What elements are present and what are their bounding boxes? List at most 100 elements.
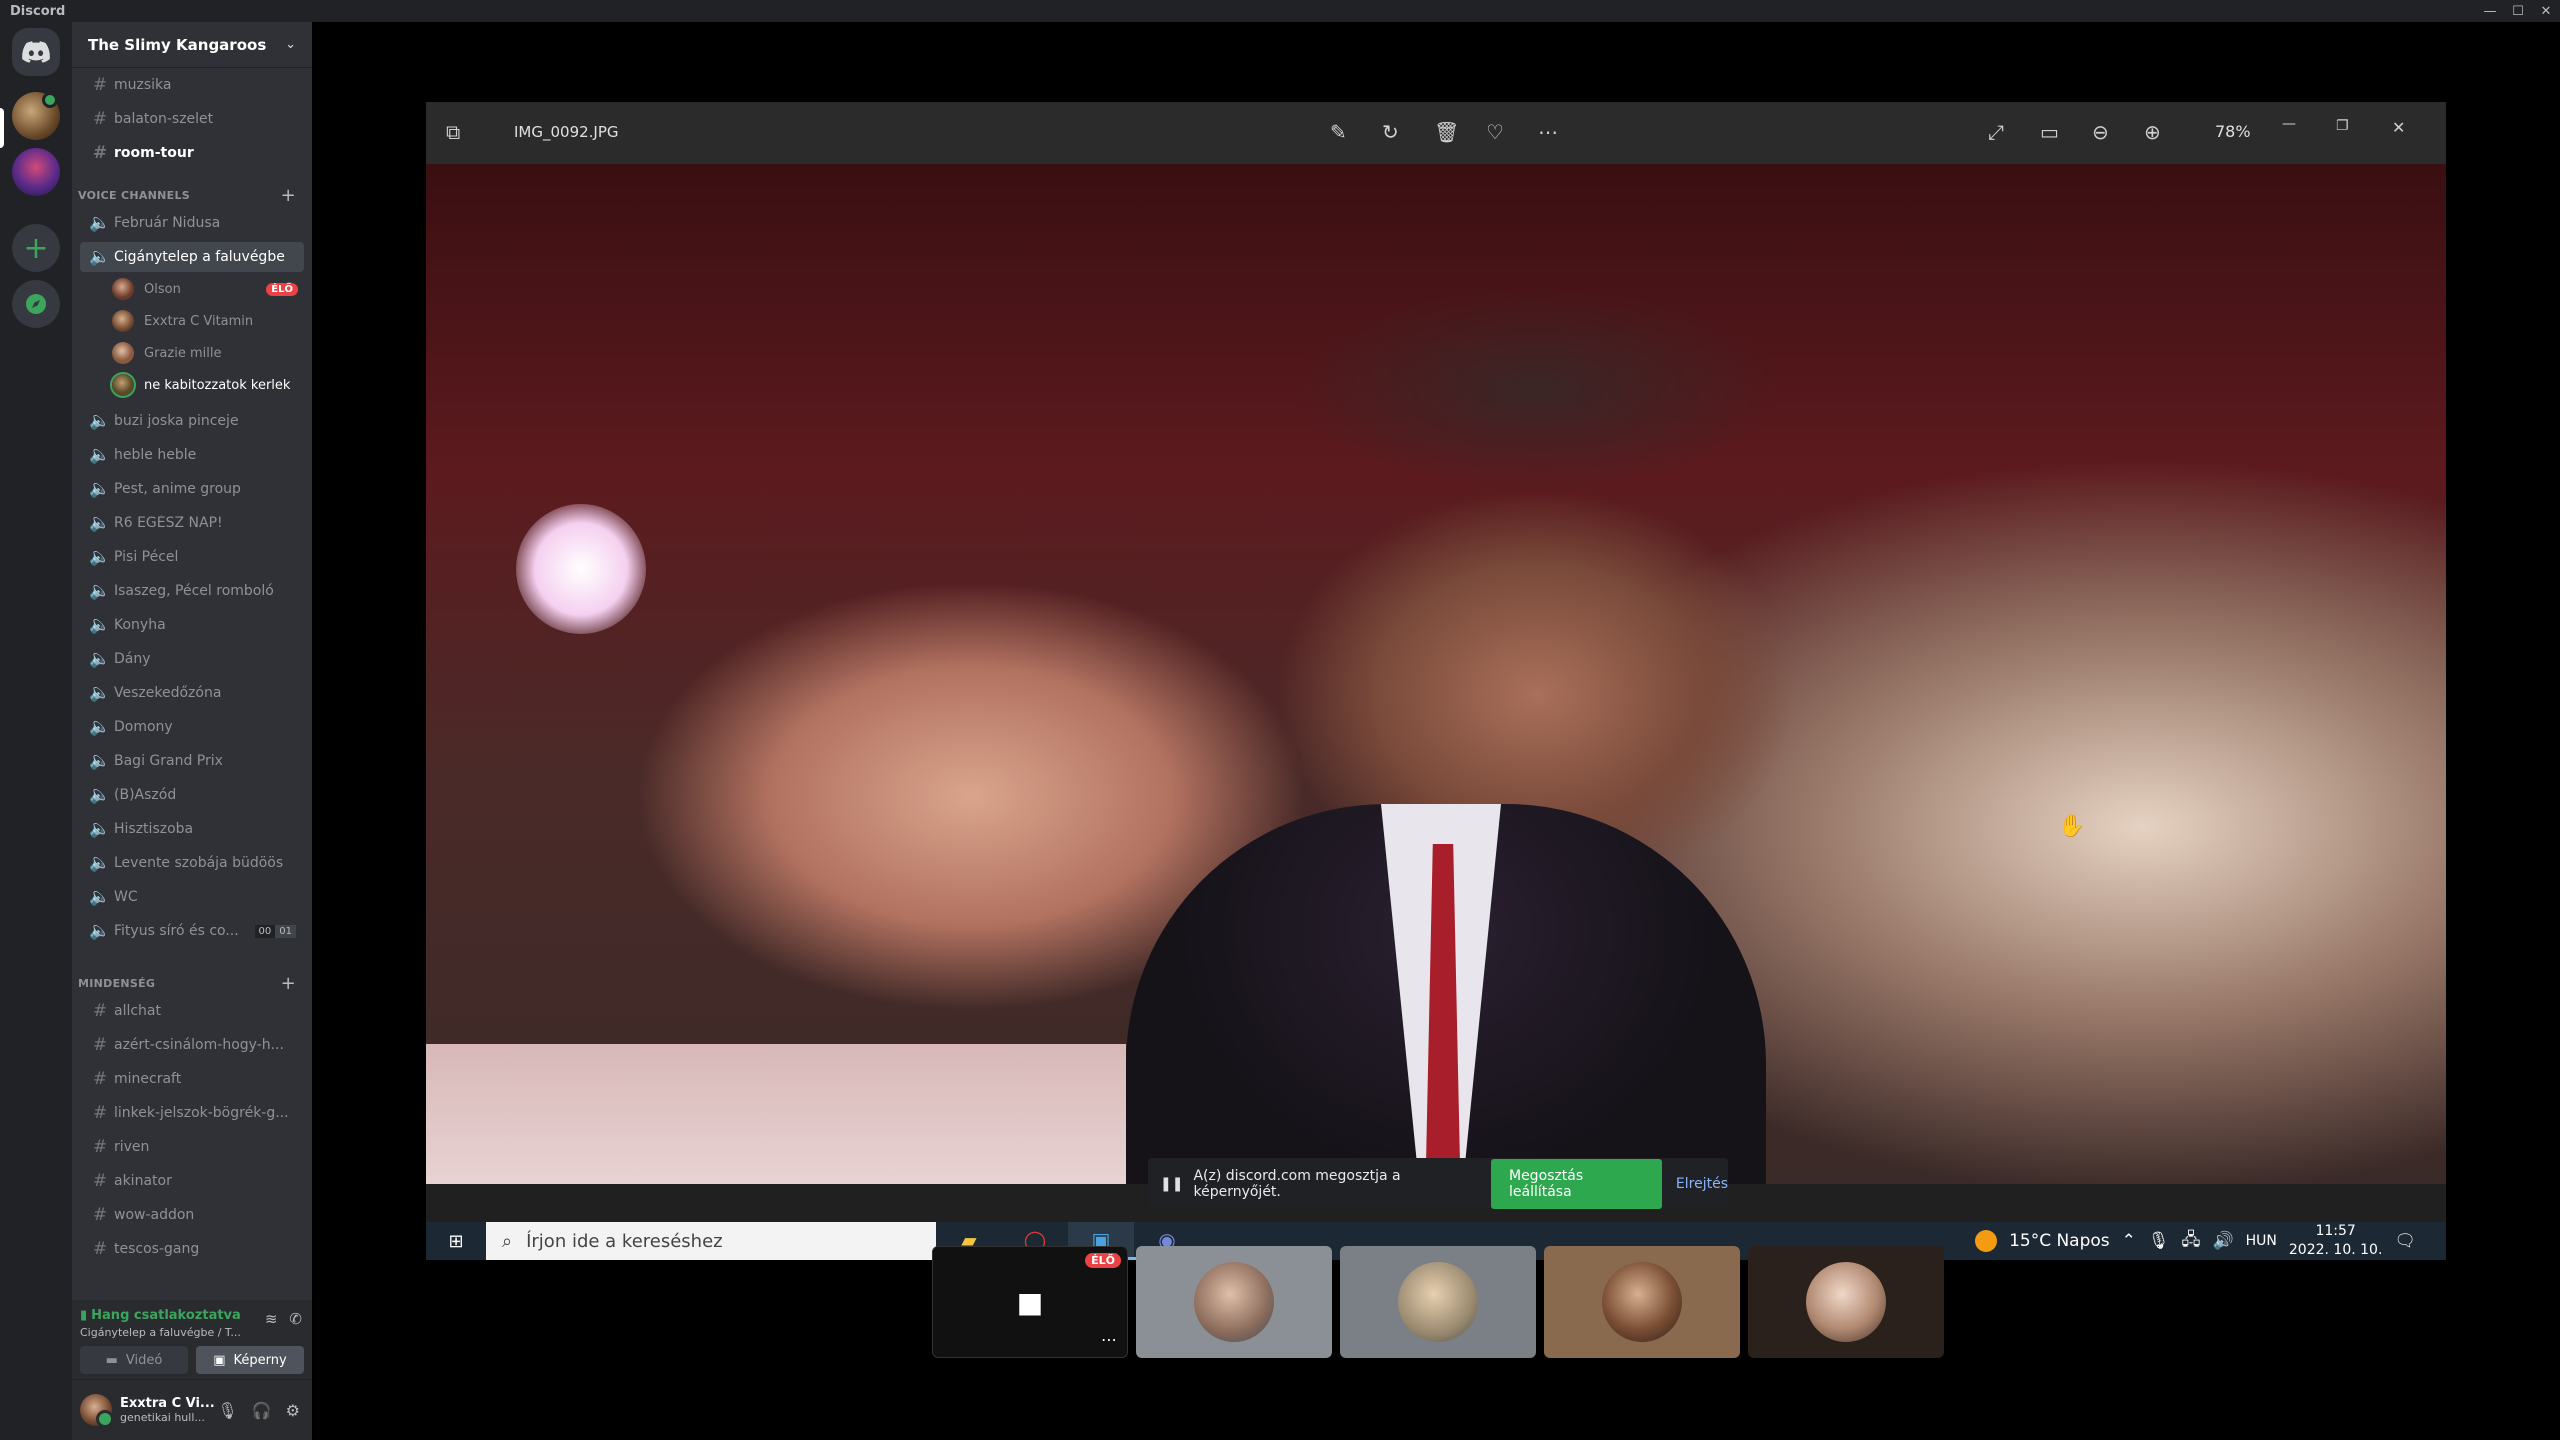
text-channel-3[interactable]: # linkek-jelszok-bögrék-g...: [80, 1098, 304, 1128]
user-info[interactable]: Exxtra C Vi... genetikai hull...: [120, 1396, 215, 1424]
restore-icon[interactable]: ❐: [2336, 118, 2349, 134]
headphones-icon[interactable]: 🎧: [252, 1401, 272, 1420]
explore-servers-icon[interactable]: [12, 280, 60, 328]
stop-sharing-button[interactable]: Megosztás leállítása: [1490, 1159, 1662, 1209]
microphone-icon[interactable]: 🎙: [217, 1401, 237, 1420]
voice-channel-4[interactable]: 🔈 Pest, anime group: [80, 474, 304, 504]
voice-channel-15[interactable]: 🔈 Levente szobája büdöös: [80, 848, 304, 878]
heart-icon[interactable]: ♡: [1486, 120, 1504, 144]
voice-channel-februar-nidusa[interactable]: 🔈 Február Nidusa: [80, 208, 304, 238]
video-button[interactable]: ▬ Videó: [80, 1346, 188, 1374]
voice-channel-ciganytelep[interactable]: 🔈 Cigánytelep a faluvégbe: [80, 242, 304, 272]
microphone-icon[interactable]: 🎙: [2148, 1231, 2170, 1251]
slideshow-icon[interactable]: ▭: [2040, 120, 2059, 144]
participant-tile[interactable]: [1544, 1246, 1740, 1358]
voice-channel-10[interactable]: 🔈 Veszekedőzóna: [80, 678, 304, 708]
voice-channel-13[interactable]: 🔈 (B)Aszód: [80, 780, 304, 810]
fullscreen-icon[interactable]: ⤢: [1988, 120, 2004, 144]
noise-suppression-icon[interactable]: ≋: [265, 1310, 278, 1328]
volume-icon[interactable]: 🔊: [2212, 1231, 2233, 1251]
chevron-up-icon[interactable]: ⌃: [2122, 1231, 2136, 1251]
channel-label: Levente szobája büdöös: [114, 855, 284, 871]
category-voice-channels[interactable]: VOICE CHANNELS +: [72, 185, 312, 206]
participant-tile[interactable]: [1340, 1246, 1536, 1358]
text-channel-1[interactable]: # azért-csinálom-hogy-h...: [80, 1030, 304, 1060]
voice-user-name: Olson: [144, 281, 181, 297]
screen-share-notification: ❚❚ A(z) discord.com megosztja a képernyő…: [1148, 1158, 1728, 1210]
disconnect-icon[interactable]: ✆: [289, 1310, 302, 1328]
settings-gear-icon[interactable]: ⚙: [286, 1401, 300, 1420]
photo-viewer-toolbar: ⧉ IMG_0092.JPG ✎ ↻ 🗑 ♡ ⋯ ⤢ ▭ ⊖ ⊕ 78% — ❐…: [426, 102, 2446, 164]
voice-channel-12[interactable]: 🔈 Bagi Grand Prix: [80, 746, 304, 776]
voice-channel-16[interactable]: 🔈 WC: [80, 882, 304, 912]
text-channel-6[interactable]: # wow-addon: [80, 1200, 304, 1230]
channel-label: Domony: [114, 719, 173, 735]
taskbar-search[interactable]: ⌕ Írjon ide a kereséshez: [486, 1222, 936, 1260]
notifications-icon[interactable]: 🗨: [2394, 1231, 2416, 1251]
voice-user-kabitozzatok[interactable]: ne kabitozzatok kerlek: [112, 371, 304, 399]
zoom-in-icon[interactable]: ⊕: [2144, 120, 2161, 144]
edit-icon[interactable]: ✎: [1330, 120, 1347, 144]
weather-text[interactable]: 15°C Napos: [2009, 1231, 2110, 1251]
voice-channel-9[interactable]: 🔈 Dány: [80, 644, 304, 674]
hide-link[interactable]: Elrejtés: [1676, 1176, 1728, 1192]
voice-user-grazie[interactable]: Grazie mille: [112, 339, 304, 367]
add-server-icon[interactable]: +: [12, 224, 60, 272]
network-icon[interactable]: 🖧: [2182, 1227, 2201, 1256]
voice-connection-panel: ▮ Hang csatlakoztatva Cigánytelep a faluv…: [72, 1300, 312, 1380]
channel-label: Veszekedőzóna: [114, 685, 222, 701]
zoom-out-icon[interactable]: ⊖: [2092, 120, 2109, 144]
participant-tile-stream[interactable]: ÉLŐ ■ ⋯: [932, 1246, 1128, 1358]
voice-channel-14[interactable]: 🔈 Hisztiszoba: [80, 814, 304, 844]
voice-channel-path[interactable]: Cigánytelep a faluvégbe / T...: [80, 1326, 250, 1339]
participant-tile[interactable]: [1136, 1246, 1332, 1358]
add-channel-icon[interactable]: +: [281, 185, 296, 206]
text-channel-0[interactable]: # allchat: [80, 996, 304, 1026]
server-header[interactable]: The Slimy Kangaroos ⌄: [72, 22, 312, 68]
voice-channel-8[interactable]: 🔈 Konyha: [80, 610, 304, 640]
voice-channel-17[interactable]: 🔈 Fityus síró és co... 00 01: [80, 916, 304, 946]
voice-channel-6[interactable]: 🔈 Pisi Pécel: [80, 542, 304, 572]
minimize-icon[interactable]: —: [2476, 0, 2504, 22]
text-channel-7[interactable]: # tescos-gang: [80, 1234, 304, 1264]
more-icon[interactable]: ⋯: [1538, 120, 1558, 144]
text-channel-4[interactable]: # riven: [80, 1132, 304, 1162]
maximize-icon[interactable]: ☐: [2504, 0, 2532, 22]
text-channel-2[interactable]: # minecraft: [80, 1064, 304, 1094]
minimize-icon[interactable]: —: [2282, 116, 2296, 132]
clock[interactable]: 11:57 2022. 10. 10.: [2289, 1222, 2383, 1260]
voice-status[interactable]: ▮ Hang csatlakoztatva: [80, 1308, 241, 1323]
zoom-level[interactable]: 78%: [2215, 122, 2251, 141]
delete-icon[interactable]: 🗑: [1434, 120, 1459, 144]
server-icon-second[interactable]: [12, 148, 60, 196]
channel-balaton-szelet[interactable]: # balaton-szelet: [80, 104, 304, 134]
voice-user-exxtra[interactable]: Exxtra C Vitamin: [112, 307, 304, 335]
category-mindenseg[interactable]: MINDENSÉG +: [72, 973, 312, 994]
text-channel-5[interactable]: # akinator: [80, 1166, 304, 1196]
close-icon[interactable]: ✕: [2392, 118, 2405, 137]
add-channel-icon[interactable]: +: [281, 973, 296, 994]
windows-start-icon[interactable]: ⊞: [426, 1231, 486, 1252]
channel-room-tour[interactable]: # room-tour: [80, 138, 304, 168]
rotate-icon[interactable]: ↻: [1382, 120, 1399, 144]
category-label: VOICE CHANNELS: [78, 188, 191, 202]
voice-channel-3[interactable]: 🔈 heble heble: [80, 440, 304, 470]
hash-icon: #: [92, 1239, 108, 1259]
voice-channel-5[interactable]: 🔈 R6 EGÉSZ NAP!: [80, 508, 304, 538]
channel-muzsika[interactable]: # muzsika: [80, 70, 304, 100]
screen-share-button[interactable]: ▣ Képerny: [196, 1346, 304, 1374]
more-icon[interactable]: ⋯: [1101, 1330, 1117, 1349]
close-icon[interactable]: ✕: [2532, 0, 2560, 22]
voice-channel-7[interactable]: 🔈 Isaszeg, Pécel romboló: [80, 576, 304, 606]
avatar[interactable]: [80, 1394, 114, 1428]
input-language[interactable]: HUN: [2246, 1233, 2277, 1249]
avatar: [1398, 1262, 1478, 1342]
channel-label: tescos-gang: [114, 1241, 200, 1257]
screen-share-stream[interactable]: ⧉ IMG_0092.JPG ✎ ↻ 🗑 ♡ ⋯ ⤢ ▭ ⊖ ⊕ 78% — ❐…: [426, 102, 2446, 1260]
participant-tile[interactable]: [1748, 1246, 1944, 1358]
voice-user-olson[interactable]: Olson ÉLŐ: [112, 275, 304, 303]
discord-home-icon[interactable]: [12, 28, 60, 76]
voice-channel-11[interactable]: 🔈 Domony: [80, 712, 304, 742]
voice-channel-2[interactable]: 🔈 buzi joska pinceje: [80, 406, 304, 436]
voice-user-name: Exxtra C Vitamin: [144, 313, 254, 329]
